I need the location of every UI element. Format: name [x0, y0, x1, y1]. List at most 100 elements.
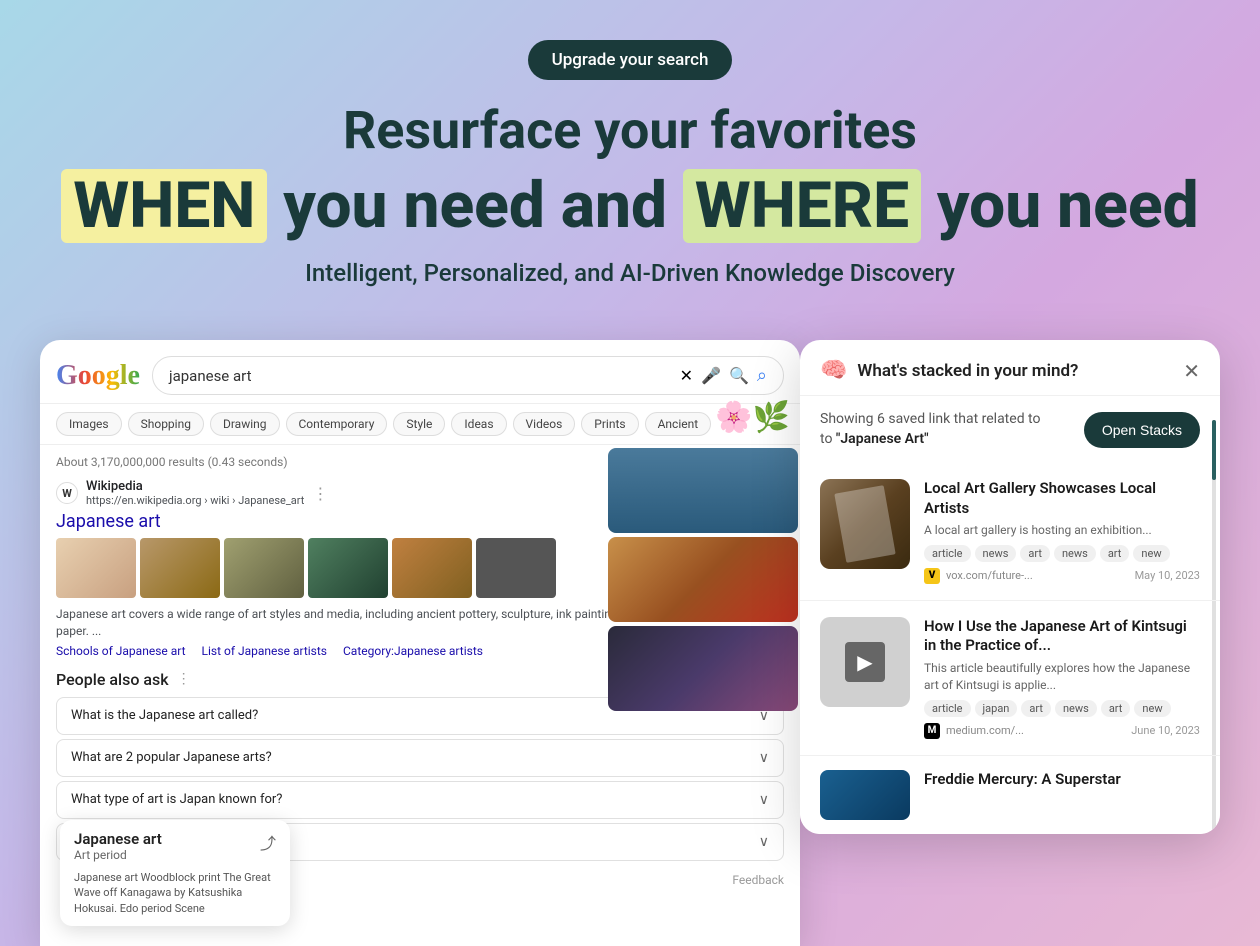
source-url-2: medium.com/...	[946, 724, 1024, 737]
art-image-5	[392, 538, 472, 598]
paa-item-3[interactable]: What type of art is Japan known for? ∨	[56, 781, 784, 819]
wiki-link-3[interactable]: Category:Japanese artists	[343, 644, 483, 658]
badge-container: Upgrade your search	[0, 0, 1260, 80]
wiki-menu-icon[interactable]: ⋮	[312, 484, 328, 503]
hero-mid-text: you need and	[283, 168, 667, 243]
paa-text-2: What are 2 popular Japanese arts?	[71, 750, 272, 765]
chevron-icon-4: ∨	[759, 834, 769, 850]
google-mockup: Google japanese art ✕ 🎤 🔍 ⌕ Images Shopp…	[40, 340, 800, 946]
article-footer-1: V vox.com/future-... May 10, 2023	[924, 568, 1200, 584]
google-search-bar[interactable]: japanese art ✕ 🎤 🔍 ⌕	[152, 356, 784, 395]
tag-new[interactable]: new	[1133, 545, 1169, 562]
tag2-article[interactable]: article	[924, 700, 971, 717]
tag2-art2[interactable]: art	[1101, 700, 1131, 717]
article-image-2: ▶	[820, 617, 910, 707]
wiki-name: Wikipedia	[86, 479, 304, 494]
tag-news-2[interactable]: news	[1054, 545, 1096, 562]
share-icon[interactable]: ⤴	[260, 830, 276, 854]
upgrade-badge[interactable]: Upgrade your search	[528, 40, 733, 80]
article-info-1: Local Art Gallery Showcases Local Artist…	[924, 479, 1200, 584]
stacks-keyword: "Japanese Art"	[836, 431, 929, 447]
tab-images[interactable]: Images	[56, 412, 122, 436]
article-info-2: How I Use the Japanese Art of Kintsugi i…	[924, 617, 1200, 739]
tab-videos[interactable]: Videos	[513, 412, 576, 436]
hero-line3: Intelligent, Personalized, and AI-Driven…	[60, 259, 1200, 287]
decorative-flowers: 🌸🌿	[715, 400, 790, 435]
hero-section: Resurface your favorites WHEN you need a…	[0, 100, 1260, 287]
close-button[interactable]: ✕	[1183, 359, 1200, 383]
search-icon[interactable]: ⌕	[757, 365, 767, 386]
clear-icon[interactable]: ✕	[680, 366, 693, 385]
stacks-subheader: Showing 6 saved link that related to to …	[800, 396, 1220, 463]
article-title-2: How I Use the Japanese Art of Kintsugi i…	[924, 617, 1200, 656]
tag2-art[interactable]: art	[1021, 700, 1051, 717]
japanese-art-tooltip: Japanese art Art period ⤴ Japanese art W…	[60, 820, 290, 926]
lens-icon[interactable]: 🔍	[729, 366, 749, 385]
chevron-icon-2: ∨	[759, 750, 769, 766]
art-image-3	[224, 538, 304, 598]
wiki-url: Wikipedia https://en.wikipedia.org › wik…	[86, 479, 304, 507]
medium-icon: M	[924, 723, 940, 739]
tab-contemporary[interactable]: Contemporary	[286, 412, 388, 436]
art-image-1	[56, 538, 136, 598]
tag2-japan[interactable]: japan	[975, 700, 1018, 717]
tab-style[interactable]: Style	[393, 412, 445, 436]
chevron-icon-3: ∨	[759, 792, 769, 808]
open-stacks-button[interactable]: Open Stacks	[1084, 412, 1200, 448]
tags-1: article news art news art new	[924, 545, 1200, 562]
tooltip-title: Japanese art	[74, 830, 162, 848]
freddie-image	[820, 770, 910, 820]
vox-icon: V	[924, 568, 940, 584]
people-ask-title: People also ask	[56, 670, 169, 689]
tag2-new[interactable]: new	[1134, 700, 1170, 717]
tab-shopping[interactable]: Shopping	[128, 412, 204, 436]
tooltip-header: Japanese art Art period ⤴	[74, 830, 276, 868]
right-image-3	[608, 626, 798, 711]
article-card-2: ▶ How I Use the Japanese Art of Kintsugi…	[800, 601, 1220, 756]
search-query: japanese art	[169, 367, 672, 385]
tag2-news[interactable]: news	[1055, 700, 1097, 717]
highlight-where: WHERE	[683, 169, 921, 243]
source-url-1: vox.com/future-...	[946, 569, 1033, 582]
article-image-1	[820, 479, 910, 569]
article-desc-2: This article beautifully explores how th…	[924, 660, 1200, 694]
hero-end-text: you need	[937, 168, 1199, 243]
art-image-4	[308, 538, 388, 598]
tab-prints[interactable]: Prints	[581, 412, 638, 436]
content-area: Google japanese art ✕ 🎤 🔍 ⌕ Images Shopp…	[40, 340, 1220, 946]
hero-line1: Resurface your favorites	[60, 100, 1200, 161]
article-desc-1: A local art gallery is hosting an exhibi…	[924, 522, 1200, 539]
wiki-link-1[interactable]: Schools of Japanese art	[56, 644, 186, 658]
google-tabs: Images Shopping Drawing Contemporary Sty…	[40, 404, 800, 445]
wiki-icon: W	[56, 482, 78, 504]
people-ask-menu[interactable]: ⋮	[177, 671, 191, 687]
tab-drawing[interactable]: Drawing	[210, 412, 280, 436]
stacks-subtitle-text: Showing 6 saved link that related to	[820, 411, 1041, 427]
wiki-link-2[interactable]: List of Japanese artists	[202, 644, 327, 658]
stacks-subtitle: Showing 6 saved link that related to to …	[820, 410, 1041, 449]
tag-art-1[interactable]: art	[1020, 545, 1050, 562]
hero-line2: WHEN you need and WHERE you need	[60, 169, 1200, 243]
tooltip-title-area: Japanese art Art period	[74, 830, 162, 868]
freddie-title: Freddie Mercury: A Superstar	[924, 770, 1121, 788]
tag-article[interactable]: article	[924, 545, 971, 562]
paa-item-2[interactable]: What are 2 popular Japanese arts? ∨	[56, 739, 784, 777]
tab-ideas[interactable]: Ideas	[451, 412, 506, 436]
voice-icon[interactable]: 🎤	[701, 366, 721, 385]
tag-art-2[interactable]: art	[1100, 545, 1130, 562]
art-image-2	[140, 538, 220, 598]
freddie-partial: Freddie Mercury: A Superstar	[800, 756, 1220, 834]
stacks-header: 🧠 What's stacked in your mind? ✕	[800, 340, 1220, 396]
tooltip-description: Japanese art Woodblock print The Great W…	[74, 870, 276, 916]
paa-text-3: What type of art is Japan known for?	[71, 792, 282, 807]
paa-text-1: What is the Japanese art called?	[71, 708, 258, 723]
tab-ancient[interactable]: Ancient	[645, 412, 712, 436]
stacks-title: 🧠 What's stacked in your mind?	[820, 358, 1078, 383]
article-date-1: May 10, 2023	[1135, 569, 1200, 582]
right-image-2	[608, 537, 798, 622]
google-top-bar: Google japanese art ✕ 🎤 🔍 ⌕	[40, 340, 800, 404]
google-logo: Google	[56, 360, 140, 392]
tag-news[interactable]: news	[975, 545, 1017, 562]
article-source-2: M medium.com/...	[924, 723, 1024, 739]
stacks-card: 🧠 What's stacked in your mind? ✕ Showing…	[800, 340, 1220, 834]
